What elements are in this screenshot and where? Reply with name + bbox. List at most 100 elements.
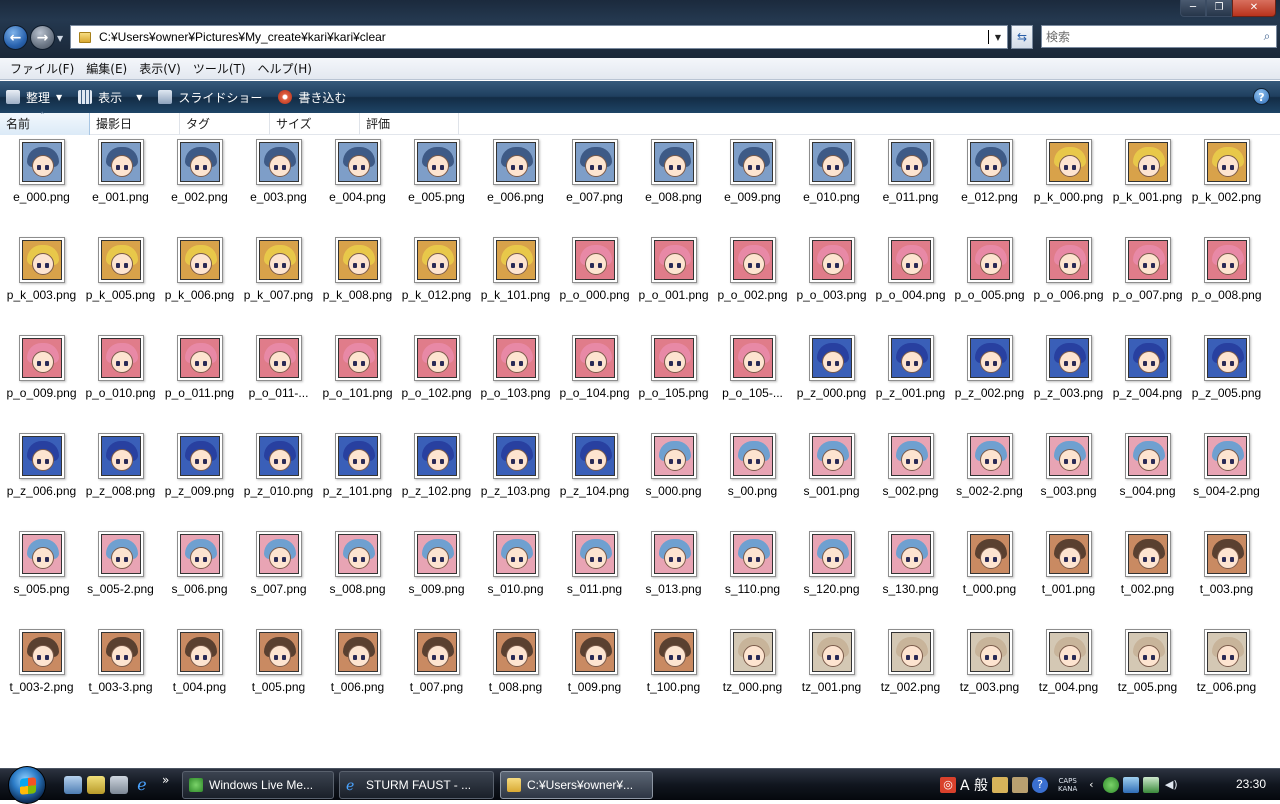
file-item[interactable]: p_o_000.png [555,234,634,324]
file-item[interactable]: p_z_104.png [555,430,634,520]
task-sturm-faust[interactable]: ℯ STURM FAUST - ... [339,771,494,799]
file-item[interactable]: tz_006.png [1187,626,1266,716]
maximize-button[interactable]: ❐ [1206,0,1232,17]
ime-tool-icon[interactable] [992,777,1009,793]
file-item[interactable]: tz_005.png [1108,626,1187,716]
refresh-button[interactable]: ⇆ [1011,25,1033,49]
file-item[interactable]: e_012.png [950,136,1029,226]
column-date-taken[interactable]: 撮影日 [90,113,180,135]
file-item[interactable]: t_007.png [397,626,476,716]
task-windows-live-messenger[interactable]: Windows Live Me... [182,771,334,799]
close-button[interactable]: ✕ [1232,0,1276,17]
file-item[interactable]: s_130.png [871,528,950,618]
file-item[interactable]: t_000.png [950,528,1029,618]
file-item[interactable]: e_010.png [792,136,871,226]
switch-windows-icon[interactable] [110,776,128,794]
file-item[interactable]: t_004.png [160,626,239,716]
file-item[interactable]: p_o_002.png [713,234,792,324]
file-item[interactable]: s_003.png [1029,430,1108,520]
file-item[interactable]: p_z_010.png [239,430,318,520]
task-explorer-window[interactable]: C:¥Users¥owner¥... [500,771,653,799]
file-item[interactable]: s_005.png [2,528,81,618]
file-item[interactable]: p_z_002.png [950,332,1029,422]
file-item[interactable]: p_z_103.png [476,430,555,520]
file-item[interactable]: p_o_103.png [476,332,555,422]
menu-file[interactable]: ファイル(F) [4,60,80,77]
character-app-icon[interactable] [87,776,105,794]
file-item[interactable]: p_z_008.png [81,430,160,520]
file-item[interactable]: s_009.png [397,528,476,618]
file-item[interactable]: s_010.png [476,528,555,618]
file-item[interactable]: p_z_006.png [2,430,81,520]
burn-button[interactable]: 書き込む [278,89,346,106]
show-desktop-icon[interactable] [64,776,82,794]
view-button[interactable]: 表示 ▼ [78,89,142,106]
search-input[interactable]: 検索 [1046,28,1258,45]
column-tags[interactable]: タグ [180,113,270,135]
recent-pages-dropdown[interactable]: ▼ [57,34,63,43]
file-item[interactable]: s_120.png [792,528,871,618]
file-item[interactable]: e_009.png [713,136,792,226]
file-item[interactable]: p_k_007.png [239,234,318,324]
file-item[interactable]: s_000.png [634,430,713,520]
clock[interactable]: 23:30 [1236,777,1266,791]
file-item[interactable]: tz_003.png [950,626,1029,716]
file-item[interactable]: p_k_012.png [397,234,476,324]
minimize-button[interactable]: ─ [1180,0,1206,17]
file-item[interactable]: t_008.png [476,626,555,716]
help-button[interactable]: ? [1253,88,1270,105]
file-item[interactable]: e_008.png [634,136,713,226]
forward-button[interactable]: → [30,25,55,50]
file-item[interactable]: p_k_101.png [476,234,555,324]
file-item[interactable]: p_k_003.png [2,234,81,324]
ime-mode-indicator[interactable]: A 般 [960,775,988,795]
file-item[interactable]: e_011.png [871,136,950,226]
file-item[interactable]: t_006.png [318,626,397,716]
file-item[interactable]: tz_000.png [713,626,792,716]
address-dropdown-button[interactable]: ▼ [989,33,1007,42]
file-item[interactable]: p_o_102.png [397,332,476,422]
messenger-status-icon[interactable] [1103,777,1120,793]
file-item[interactable]: t_003-3.png [81,626,160,716]
file-item[interactable]: e_000.png [2,136,81,226]
file-item[interactable]: p_z_004.png [1108,332,1187,422]
file-item[interactable]: p_k_005.png [81,234,160,324]
file-item[interactable]: p_z_101.png [318,430,397,520]
file-item[interactable]: t_100.png [634,626,713,716]
file-item[interactable]: tz_004.png [1029,626,1108,716]
search-icon[interactable]: ⌕ [1258,29,1276,44]
file-item[interactable]: e_003.png [239,136,318,226]
address-input[interactable]: C:¥Users¥owner¥Pictures¥My_create¥kari¥k… [99,30,988,44]
column-name[interactable]: ˄ 名前 [0,112,90,135]
file-item[interactable]: tz_002.png [871,626,950,716]
file-item[interactable]: t_001.png [1029,528,1108,618]
file-item[interactable]: p_k_006.png [160,234,239,324]
search-box[interactable]: 検索 ⌕ [1041,25,1277,48]
file-item[interactable]: s_001.png [792,430,871,520]
menu-help[interactable]: ヘルプ(H) [252,60,318,77]
file-item[interactable]: t_003-2.png [2,626,81,716]
back-button[interactable]: ← [3,25,28,50]
ime-dictionary-icon[interactable] [1012,777,1029,793]
file-item[interactable]: s_004-2.png [1187,430,1266,520]
safely-remove-icon[interactable] [1143,777,1160,793]
file-item[interactable]: p_z_003.png [1029,332,1108,422]
menu-tools[interactable]: ツール(T) [187,60,252,77]
file-item[interactable]: p_o_005.png [950,234,1029,324]
file-item[interactable]: e_006.png [476,136,555,226]
file-item[interactable]: t_003.png [1187,528,1266,618]
file-item[interactable]: t_009.png [555,626,634,716]
slideshow-button[interactable]: スライドショー [158,89,262,106]
file-item[interactable]: p_o_011.png [160,332,239,422]
file-item[interactable]: s_006.png [160,528,239,618]
file-item[interactable]: s_013.png [634,528,713,618]
organize-button[interactable]: 整理 ▼ [6,89,62,106]
file-item[interactable]: p_o_006.png [1029,234,1108,324]
file-item[interactable]: p_z_102.png [397,430,476,520]
internet-explorer-icon[interactable]: ℯ [133,776,151,794]
file-item[interactable]: e_005.png [397,136,476,226]
file-item[interactable]: p_o_001.png [634,234,713,324]
file-item[interactable]: s_007.png [239,528,318,618]
file-item[interactable]: p_z_009.png [160,430,239,520]
file-item[interactable]: p_o_004.png [871,234,950,324]
